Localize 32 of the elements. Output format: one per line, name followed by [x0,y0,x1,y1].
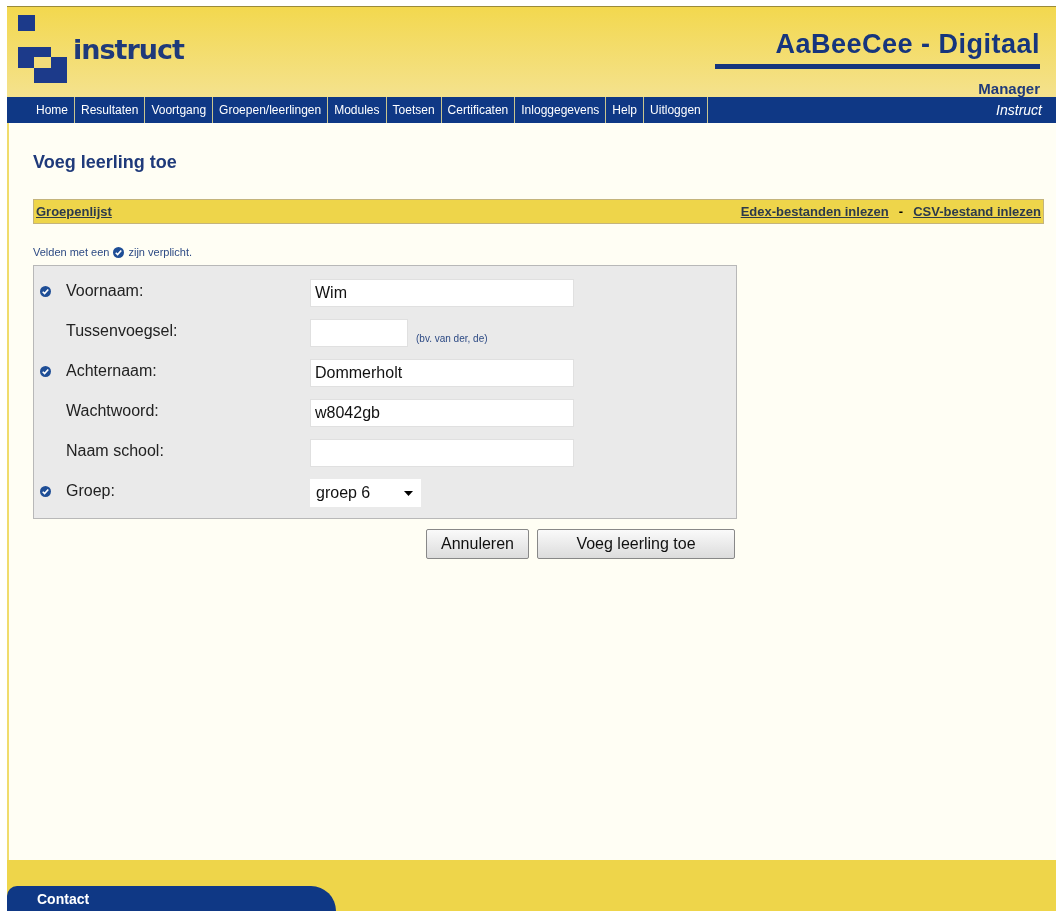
contact-tab[interactable]: Contact [7,886,336,911]
group-list-link[interactable]: Groepenlijst [36,204,112,219]
caret-icon [404,490,413,496]
cancel-button[interactable]: Annuleren [426,529,529,559]
input-field[interactable]: w8042gb [310,399,574,427]
field-label: Tussenvoegsel: [66,321,179,340]
required-check-icon [113,246,125,258]
field-label: Groep: [66,481,116,500]
product-title: AaBeeCee - Digitaal [775,29,1040,60]
required-check-icon [40,486,51,497]
required-check-icon [40,366,51,377]
note-text: zijn verplicht. [128,246,193,258]
input-field[interactable]: Dommerholt [310,359,574,387]
submit-button[interactable]: Voeg leerling toe [537,529,735,559]
input-field[interactable] [310,319,408,347]
field-label: Naam school: [66,441,165,460]
input-field[interactable] [310,439,574,467]
file-import-link[interactable]: CSV-bestand inlezen [913,204,1041,219]
field-label: Achternaam: [66,361,158,380]
link-separator: - [898,204,904,219]
field-hint: (bv. van der, de) [416,333,488,346]
field-label: Voornaam: [66,281,145,300]
page-title: Voeg leerling toe [33,152,178,173]
brand-label: Instruct [996,102,1044,118]
required-check-icon [40,286,51,297]
logo-text: instruct [73,34,184,65]
file-import-link[interactable]: Edex-bestanden inlezen [740,204,889,219]
user-role: Manager [978,80,1040,97]
group-select[interactable]: groep 6 [310,479,421,507]
note-text: Velden met een [33,246,110,258]
input-field[interactable]: Wim [310,279,574,307]
field-label: Wachtwoord: [66,401,160,420]
